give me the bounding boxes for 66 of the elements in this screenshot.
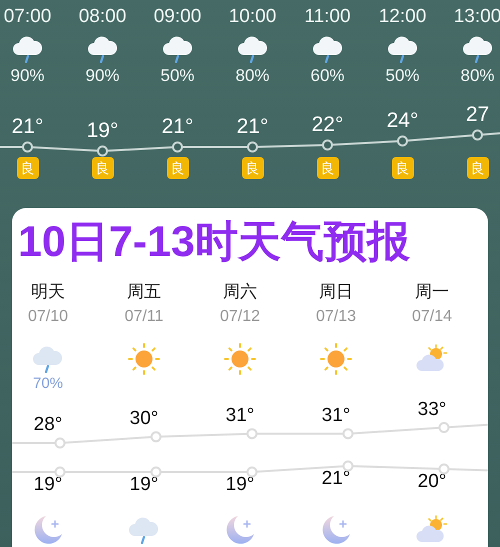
air-quality-tag: 良 bbox=[242, 157, 264, 179]
hour-label: 10:00 bbox=[228, 5, 276, 29]
precipitation-chance: 90% bbox=[85, 65, 120, 87]
rain-cloud-icon bbox=[86, 35, 118, 63]
hour-label: 12:00 bbox=[378, 5, 426, 29]
sun-icon bbox=[224, 343, 256, 375]
day-label: 明天 bbox=[31, 281, 65, 303]
low-temperature: 19° bbox=[226, 472, 254, 497]
date-label: 07/10 bbox=[28, 307, 68, 327]
air-quality-tag: 良 bbox=[92, 157, 114, 179]
temperature: 22° bbox=[312, 113, 344, 137]
partly-cloudy-icon bbox=[416, 344, 448, 374]
day-label: 周日 bbox=[319, 281, 353, 303]
precipitation-chance: 50% bbox=[160, 65, 195, 87]
partly-cloudy-icon bbox=[416, 515, 448, 545]
rain-cloud-icon bbox=[462, 35, 494, 63]
temperature: 19° bbox=[86, 119, 118, 143]
forecast-title: 10日7-13时天气预报 bbox=[18, 217, 411, 268]
rain-cloud-icon bbox=[128, 516, 160, 544]
day-label: 周五 bbox=[127, 281, 161, 303]
low-temperature: 20° bbox=[418, 470, 446, 494]
high-temperature: 30° bbox=[130, 406, 158, 431]
rain-cloud-icon bbox=[12, 35, 44, 63]
rain-cloud-icon bbox=[386, 35, 418, 63]
low-temperature: 19° bbox=[34, 473, 62, 497]
air-quality-tag: 良 bbox=[392, 157, 414, 179]
precipitation-chance: 70% bbox=[32, 375, 64, 393]
date-label: 07/13 bbox=[316, 307, 356, 327]
high-temperature: 33° bbox=[418, 398, 446, 422]
temperature: 24° bbox=[386, 109, 418, 133]
precipitation-chance: 60% bbox=[310, 65, 345, 87]
rain-cloud-icon bbox=[312, 35, 344, 63]
hour-label: 08:00 bbox=[78, 5, 126, 29]
temperature: 21° bbox=[12, 115, 44, 139]
date-label: 07/12 bbox=[220, 307, 260, 327]
temperature: 27 bbox=[466, 103, 490, 127]
date-label: 07/14 bbox=[412, 307, 452, 327]
high-temperature: 28° bbox=[34, 413, 62, 437]
air-quality-tag: 良 bbox=[16, 157, 38, 179]
moon-icon bbox=[32, 514, 64, 546]
air-quality-tag: 良 bbox=[466, 157, 488, 179]
high-temperature: 31° bbox=[322, 404, 350, 428]
sun-icon bbox=[320, 343, 352, 375]
rain-cloud-icon bbox=[236, 35, 268, 63]
day-label: 周一 bbox=[415, 281, 449, 303]
sun-icon bbox=[128, 343, 160, 375]
moon-icon bbox=[224, 514, 256, 546]
precipitation-chance: 80% bbox=[460, 65, 495, 87]
air-quality-tag: 良 bbox=[316, 157, 338, 179]
high-temperature: 31° bbox=[226, 404, 254, 428]
precipitation-chance: 90% bbox=[10, 65, 45, 87]
date-label: 07/11 bbox=[124, 307, 164, 327]
day-label: 周六 bbox=[223, 281, 257, 303]
low-temperature: 19° bbox=[130, 472, 158, 497]
rain-cloud-icon bbox=[162, 35, 194, 63]
hour-label: 09:00 bbox=[154, 5, 202, 29]
moon-icon bbox=[320, 514, 352, 546]
temperature: 21° bbox=[236, 115, 268, 139]
rain-cloud-icon bbox=[32, 345, 64, 373]
temperature: 21° bbox=[162, 115, 194, 139]
low-temperature: 21° bbox=[322, 466, 350, 491]
precipitation-chance: 80% bbox=[235, 65, 270, 87]
hour-label: 07:00 bbox=[4, 5, 52, 29]
air-quality-tag: 良 bbox=[166, 157, 188, 179]
precipitation-chance: 50% bbox=[385, 65, 420, 87]
hour-label: 11:00 bbox=[304, 5, 351, 29]
